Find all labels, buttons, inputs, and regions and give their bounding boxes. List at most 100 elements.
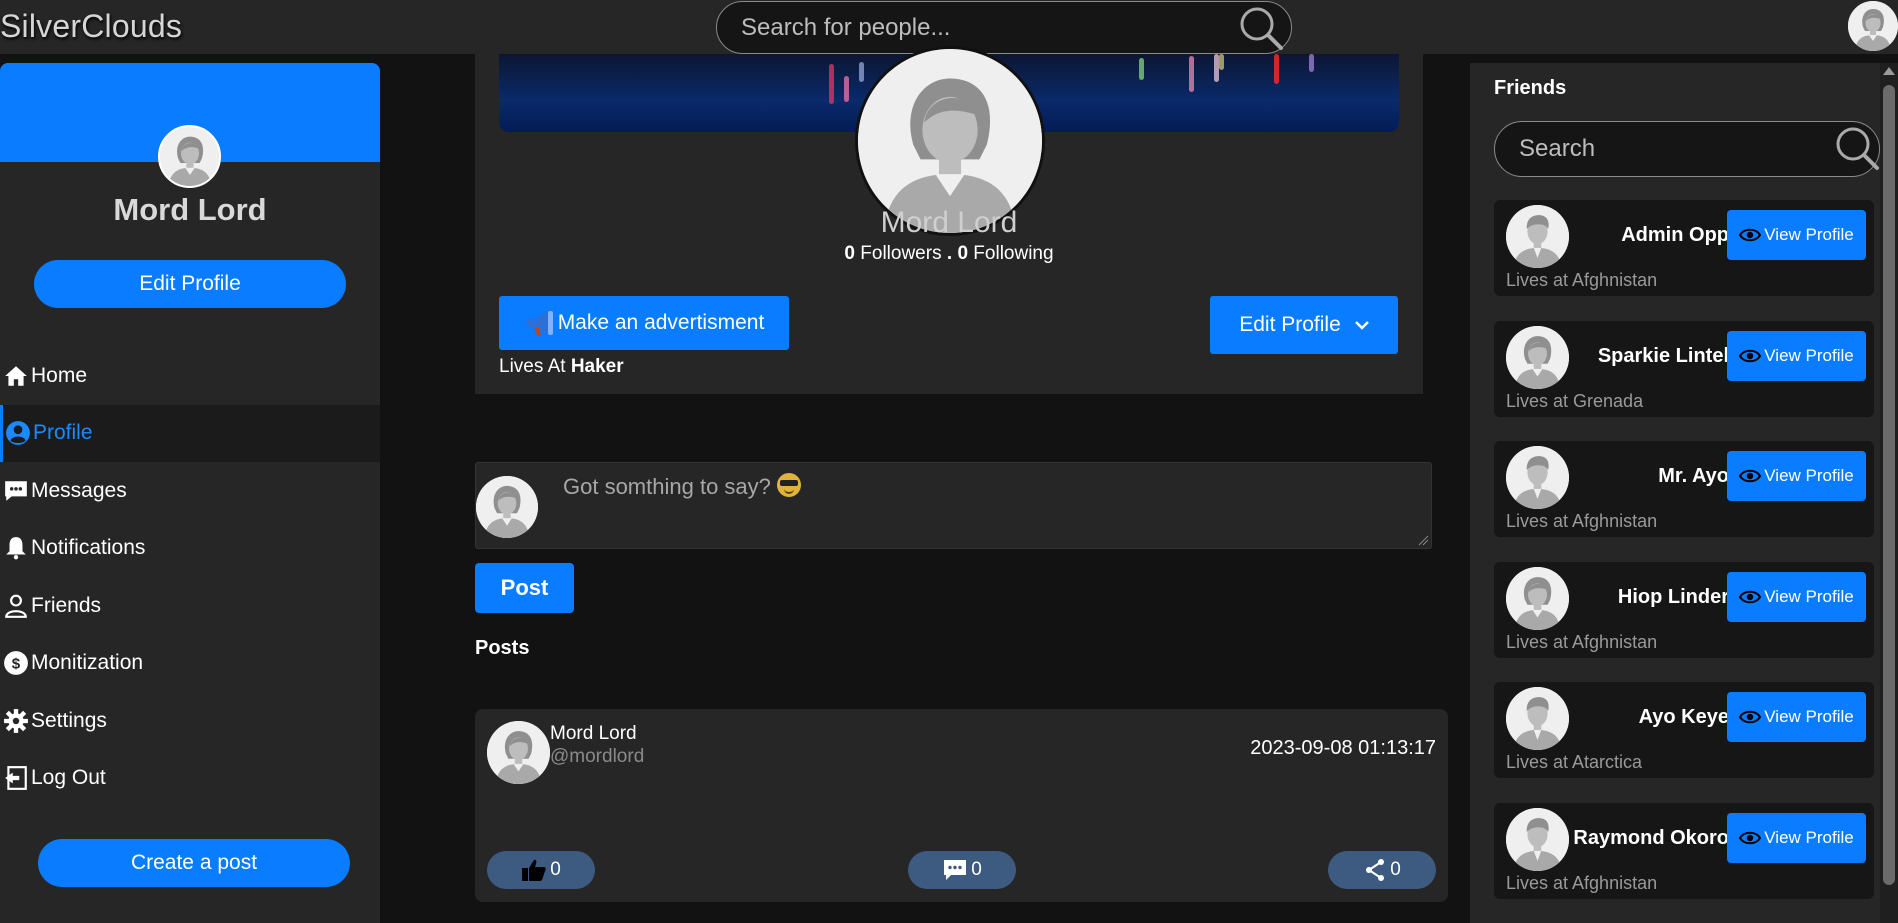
sidebar-item-label: Profile xyxy=(33,421,93,445)
friend-location: Lives at Afghnistan xyxy=(1506,631,1658,652)
sidebar-item-settings[interactable]: Settings xyxy=(0,692,380,750)
view-profile-label: View Profile xyxy=(1764,225,1854,244)
sidebar-item-friends[interactable]: Friends xyxy=(0,577,380,635)
post-author-name[interactable]: Mord Lord xyxy=(550,723,637,745)
friend-location: Lives at Grenada xyxy=(1506,390,1644,411)
sidebar-avatar[interactable] xyxy=(158,125,221,188)
resize-handle-icon[interactable] xyxy=(1417,534,1429,546)
friend-avatar[interactable] xyxy=(1506,566,1569,630)
make-advertisment-button[interactable]: Make an advertisment xyxy=(499,296,789,350)
logout-icon xyxy=(5,766,27,791)
thumbs-up-icon xyxy=(522,859,546,881)
following-label[interactable]: Following xyxy=(973,243,1053,264)
scroll-up-arrow-icon[interactable] xyxy=(1883,67,1895,75)
edit-profile-dropdown[interactable]: Edit Profile xyxy=(1210,296,1398,354)
dollar-icon: $ xyxy=(4,651,28,676)
sidebar-item-label: Friends xyxy=(31,593,102,617)
share-button[interactable]: 0 xyxy=(1328,851,1436,889)
friend-name[interactable]: Raymond Okoro xyxy=(1569,827,1729,850)
friend-avatar[interactable] xyxy=(1506,205,1569,268)
friend-avatar[interactable] xyxy=(1506,687,1569,750)
comment-button[interactable]: 0 xyxy=(908,851,1016,889)
composer-placeholder-text: Got somthing to say? xyxy=(563,474,771,499)
friend-name[interactable]: Mr. Ayo xyxy=(1569,465,1729,488)
chevron-down-icon xyxy=(1354,317,1369,333)
friend-name[interactable]: Ayo Keye xyxy=(1569,706,1729,729)
sidebar-item-notifications[interactable]: Notifications xyxy=(0,520,380,578)
eye-icon xyxy=(1739,590,1762,603)
sidebar-item-label: Settings xyxy=(31,708,107,732)
friends-search-box xyxy=(1494,121,1880,177)
followers-label[interactable]: Followers xyxy=(860,243,941,264)
friend-location: Lives at Afghnistan xyxy=(1506,270,1658,290)
view-profile-button[interactable]: View Profile xyxy=(1727,330,1866,381)
sidebar-item-home[interactable]: Home xyxy=(0,347,380,405)
message-icon xyxy=(5,481,27,501)
share-icon xyxy=(1366,859,1385,881)
friend-name[interactable]: Hiop Linder xyxy=(1569,586,1729,609)
like-button[interactable]: 0 xyxy=(487,851,595,889)
friend-card: Admin Opp View Profile Lives at Afghnist… xyxy=(1494,200,1874,296)
view-profile-button[interactable]: View Profile xyxy=(1727,451,1866,501)
post-button[interactable]: Post xyxy=(475,563,574,613)
view-profile-label: View Profile xyxy=(1764,345,1854,365)
friend-card: Raymond Okoro View Profile Lives at Afgh… xyxy=(1494,802,1874,899)
post-card: Mord Lord @mordlord 2023-09-08 01:13:17 … xyxy=(475,709,1448,902)
location-prefix: Lives At xyxy=(499,356,566,377)
view-profile-button[interactable]: View Profile xyxy=(1727,210,1866,260)
eye-icon xyxy=(1739,228,1762,242)
stats-separator: . xyxy=(946,243,953,264)
friends-icon xyxy=(5,594,27,618)
composer-avatar xyxy=(476,476,538,538)
search-icon[interactable] xyxy=(1833,124,1881,177)
view-profile-button[interactable]: View Profile xyxy=(1727,692,1866,742)
left-sidebar: Mord Lord Edit Profile Home Profile Mess… xyxy=(0,63,380,923)
create-post-button[interactable]: Create a post xyxy=(38,839,350,887)
sidebar-item-logout[interactable]: Log Out xyxy=(0,750,380,808)
people-search-input[interactable] xyxy=(741,12,1201,44)
eye-icon xyxy=(1739,469,1762,483)
sidebar-user-name: Mord Lord xyxy=(113,192,267,227)
friends-search-input[interactable] xyxy=(1519,134,1799,164)
ad-button-label: Make an advertisment xyxy=(557,311,765,334)
sidebar-edit-profile-button[interactable]: Edit Profile xyxy=(34,260,346,308)
user-circle-icon xyxy=(6,421,30,446)
composer-placeholder[interactable]: Got somthing to say? xyxy=(563,473,802,500)
friends-scrollbar[interactable] xyxy=(1880,63,1898,923)
sidebar-item-monitization[interactable]: $ Monitization xyxy=(0,635,380,693)
following-count[interactable]: 0 xyxy=(957,243,968,264)
sidebar-item-label: Messages xyxy=(31,478,127,502)
friend-card: Mr. Ayo View Profile Lives at Afghnistan xyxy=(1494,441,1874,537)
post-composer[interactable]: Got somthing to say? xyxy=(475,462,1432,549)
eye-icon xyxy=(1739,831,1762,844)
sidebar-item-label: Home xyxy=(31,363,88,387)
home-icon xyxy=(5,366,27,386)
friend-name[interactable]: Admin Opp xyxy=(1569,224,1729,247)
account-avatar[interactable] xyxy=(1848,1,1898,51)
sidebar-item-label: Monitization xyxy=(31,651,144,675)
friend-name[interactable]: Sparkie Lintel xyxy=(1569,345,1729,368)
like-count: 0 xyxy=(550,859,561,880)
friend-avatar[interactable] xyxy=(1506,325,1569,389)
followers-count[interactable]: 0 xyxy=(844,243,855,264)
friend-avatar[interactable] xyxy=(1506,446,1569,509)
comment-count: 0 xyxy=(971,859,982,880)
brand-logo[interactable]: SilverClouds xyxy=(0,8,182,45)
sidebar-item-messages[interactable]: Messages xyxy=(0,462,380,520)
post-author-avatar[interactable] xyxy=(487,721,550,784)
view-profile-label: View Profile xyxy=(1764,586,1854,606)
sidebar-item-label: Log Out xyxy=(31,766,106,790)
view-profile-button[interactable]: View Profile xyxy=(1727,812,1866,863)
sidebar-item-profile[interactable]: Profile xyxy=(0,404,380,462)
view-profile-button[interactable]: View Profile xyxy=(1727,571,1866,622)
friends-panel: Friends Admin Opp View Profile Lives at … xyxy=(1470,63,1880,923)
scrollbar-thumb[interactable] xyxy=(1883,85,1895,885)
eye-icon xyxy=(1739,349,1762,362)
search-icon[interactable] xyxy=(1237,4,1285,57)
friend-card: Ayo Keye View Profile Lives at Atarctica xyxy=(1494,682,1874,778)
friends-list: Admin Opp View Profile Lives at Afghnist… xyxy=(1494,200,1874,923)
posts-heading: Posts xyxy=(475,637,530,659)
eye-icon xyxy=(1739,710,1762,724)
friend-avatar[interactable] xyxy=(1506,807,1569,871)
friend-location: Lives at Afghnistan xyxy=(1506,872,1658,893)
